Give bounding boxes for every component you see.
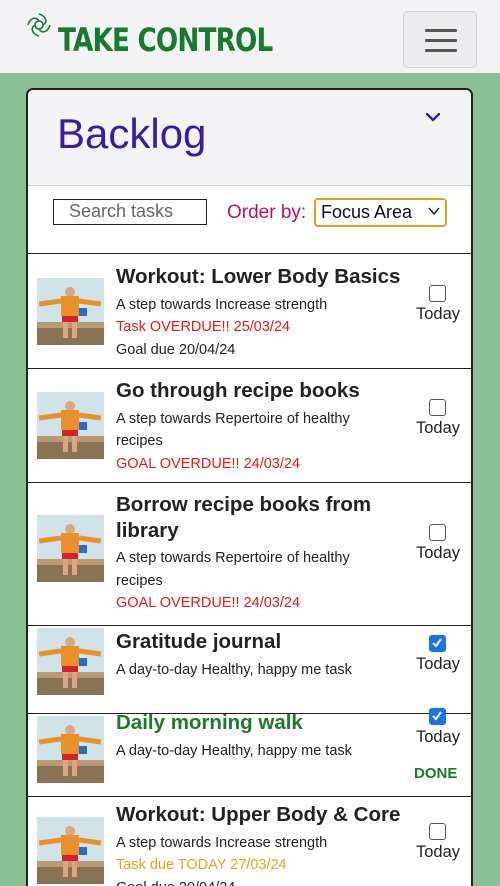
list-item[interactable]: Workout: Lower Body Basics A step toward… xyxy=(28,255,471,369)
task-title[interactable]: Daily morning walk xyxy=(116,710,401,736)
task-description: A step towards Increase strength xyxy=(116,297,328,313)
order-by-select[interactable]: Focus Area xyxy=(314,198,447,227)
today-checkbox[interactable] xyxy=(429,823,446,840)
list-item[interactable]: Borrow recipe books from library A step … xyxy=(28,483,471,626)
task-title[interactable]: Workout: Upper Body & Core xyxy=(116,802,401,828)
chevron-down-icon[interactable] xyxy=(426,110,440,124)
done-status: DONE xyxy=(414,765,458,782)
order-by-value: Focus Area xyxy=(321,202,413,222)
today-label: Today xyxy=(416,305,461,323)
today-label: Today xyxy=(416,728,461,746)
task-due-status: GOAL OVERDUE!! 24/03/24 xyxy=(116,595,301,611)
today-label: Today xyxy=(416,843,461,861)
task-description: A day-to-day Healthy, happy me task xyxy=(116,743,352,759)
goal-due-date: Goal due 20/04/24 xyxy=(116,877,381,886)
filter-controls: Search tasks Order by: Focus Area xyxy=(28,187,471,254)
chevron-down-icon xyxy=(428,207,440,216)
today-checkbox[interactable] xyxy=(429,399,446,416)
task-due-status: Task OVERDUE!! 25/03/24 xyxy=(116,319,291,335)
leaf-swirl-icon xyxy=(27,13,51,37)
today-label: Today xyxy=(416,419,461,437)
task-thumbnail xyxy=(37,515,104,582)
task-thumbnail xyxy=(37,628,104,695)
task-description-cont: recipes xyxy=(116,433,163,449)
task-title[interactable]: Borrow recipe books from xyxy=(116,492,401,518)
search-input[interactable]: Search tasks xyxy=(53,199,207,225)
task-thumbnail xyxy=(37,817,104,884)
today-checkbox[interactable] xyxy=(429,524,446,541)
task-title[interactable]: Gratitude journal xyxy=(116,629,401,655)
goal-due-date: Goal due 20/04/24 xyxy=(116,342,236,358)
task-title[interactable]: Go through recipe books xyxy=(116,378,401,404)
task-description: A step towards Repertoire of healthy xyxy=(116,550,350,566)
panel-title: Backlog xyxy=(57,110,207,157)
today-label: Today xyxy=(416,655,461,673)
task-title[interactable]: Workout: Lower Body Basics xyxy=(116,264,401,290)
checkmark-icon xyxy=(432,711,442,721)
task-thumbnail xyxy=(37,278,104,345)
task-list: Workout: Lower Body Basics A step toward… xyxy=(28,255,471,886)
task-description: A step towards Repertoire of healthy xyxy=(116,411,350,427)
task-thumbnail xyxy=(37,392,104,459)
list-item[interactable]: Daily morning walk A day-to-day Healthy,… xyxy=(28,708,471,797)
list-item[interactable]: Go through recipe books A step towards R… xyxy=(28,369,471,483)
task-due-status: GOAL OVERDUE!! 24/03/24 xyxy=(116,456,301,472)
order-by-label: Order by: xyxy=(227,202,307,223)
list-item[interactable]: Gratitude journal A day-to-day Healthy, … xyxy=(28,626,471,714)
today-checkbox[interactable] xyxy=(429,635,446,652)
brand-name[interactable]: TAKE CONTROL xyxy=(58,18,273,62)
today-checkbox[interactable] xyxy=(429,708,446,725)
checkmark-icon xyxy=(432,638,442,648)
today-label: Today xyxy=(416,544,461,562)
hamburger-icon xyxy=(425,49,457,52)
top-navbar: TAKE CONTROL xyxy=(0,0,500,73)
panel-header[interactable]: Backlog xyxy=(28,90,471,186)
list-item[interactable]: Workout: Upper Body & Core A step toward… xyxy=(28,797,471,886)
task-thumbnail xyxy=(37,716,104,783)
task-description-cont: recipes xyxy=(116,573,163,589)
task-description: A day-to-day Healthy, happy me task xyxy=(116,662,352,678)
hamburger-icon xyxy=(425,29,457,32)
task-due-status: Task due TODAY 27/03/24 xyxy=(116,857,287,873)
backlog-panel: Backlog Search tasks Order by: Focus Are… xyxy=(26,88,473,886)
hamburger-icon xyxy=(425,39,457,42)
task-description: A step towards Increase strength xyxy=(116,835,328,851)
menu-toggle-button[interactable] xyxy=(403,11,477,68)
today-checkbox[interactable] xyxy=(429,285,446,302)
task-title-cont[interactable]: library xyxy=(116,518,401,544)
